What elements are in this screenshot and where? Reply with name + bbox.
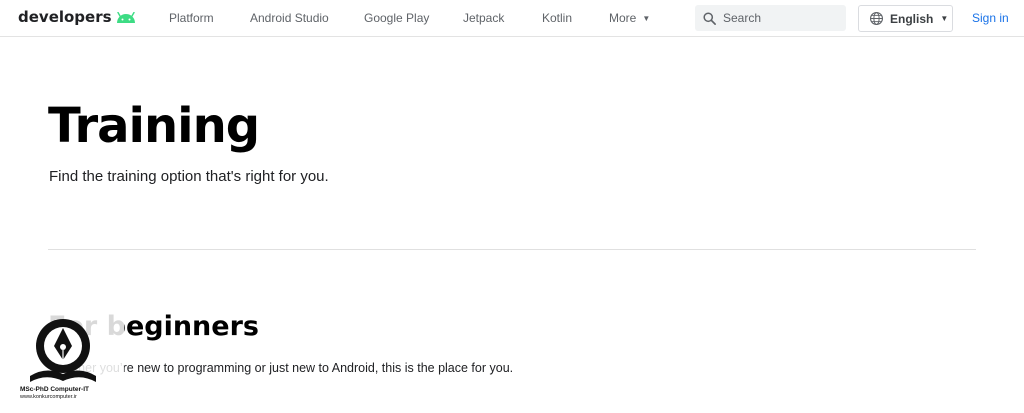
nav-android-studio[interactable]: Android Studio — [250, 11, 329, 25]
sign-in-link[interactable]: Sign in — [972, 11, 1009, 25]
globe-icon — [870, 12, 883, 25]
section-divider — [48, 249, 976, 250]
search-icon — [703, 11, 716, 25]
language-label: English — [890, 11, 934, 26]
watermark-logo: MSc-PhD Computer-IT www.konkurcomputer.i… — [14, 312, 124, 408]
nav-platform[interactable]: Platform — [169, 11, 214, 25]
watermark-url: www.konkurcomputer.ir — [20, 394, 77, 400]
chevron-down-icon: ▼ — [940, 14, 949, 23]
nav-more-label: More — [609, 11, 637, 25]
chevron-down-icon: ▼ — [642, 13, 651, 23]
nav-kotlin[interactable]: Kotlin — [542, 11, 572, 25]
top-app-bar: developers Platform Android Studio Googl… — [0, 0, 1024, 37]
android-logo-icon — [116, 11, 135, 23]
page-title: Training — [48, 98, 260, 154]
nav-google-play[interactable]: Google Play — [364, 11, 429, 25]
nav-more-menu[interactable]: More ▼ — [609, 11, 650, 25]
book-pen-logo-icon — [30, 319, 96, 382]
watermark-title: MSc-PhD Computer-IT — [20, 386, 89, 393]
developers-home-link[interactable]: developers — [18, 8, 136, 26]
language-selector[interactable]: English ▼ — [858, 5, 953, 32]
search-box[interactable] — [695, 5, 846, 31]
brand-label: developers — [18, 8, 112, 26]
nav-jetpack[interactable]: Jetpack — [463, 11, 504, 25]
search-input[interactable] — [723, 11, 833, 25]
page-subtitle: Find the training option that's right fo… — [49, 168, 329, 185]
